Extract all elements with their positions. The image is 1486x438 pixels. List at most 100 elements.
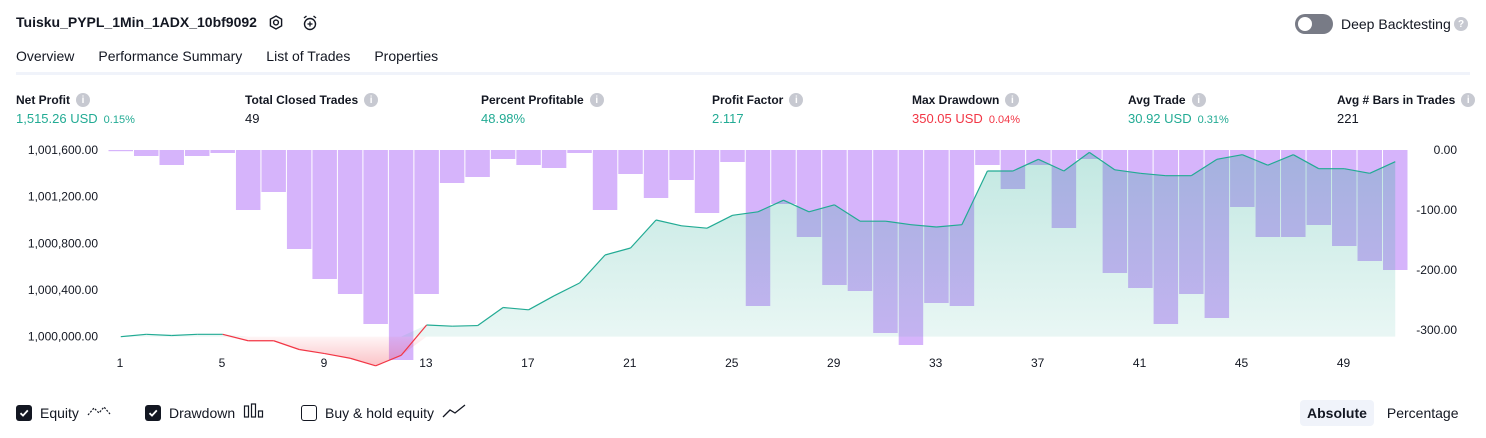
deep-backtesting-toggle[interactable] xyxy=(1295,14,1333,34)
metric-value: 30.92 USD xyxy=(1128,111,1192,126)
drawdown-bar xyxy=(261,150,286,192)
metric-avg-bars-in-trades: Avg # Bars in Trades i 221 xyxy=(1337,93,1476,126)
info-icon[interactable]: i xyxy=(589,93,604,107)
x-axis-tick: 1 xyxy=(117,356,124,370)
metric-label: Profit Factor xyxy=(712,93,784,107)
drawdown-bar xyxy=(567,150,592,153)
x-axis-tick: 25 xyxy=(725,356,739,370)
drawdown-bar xyxy=(210,150,235,153)
drawdown-bar xyxy=(541,150,567,168)
drawdown-bar xyxy=(643,150,669,198)
metric-label: Max Drawdown xyxy=(912,93,1000,107)
help-icon[interactable]: ? xyxy=(1454,17,1468,31)
tab-overview[interactable]: Overview xyxy=(16,48,75,75)
metric-value: 1,515.26 USD xyxy=(16,111,98,126)
tab-performance-summary[interactable]: Performance Summary xyxy=(98,48,242,75)
left-axis-tick: 1,000,800.00 xyxy=(28,236,98,250)
left-axis-tick: 1,001,200.00 xyxy=(28,190,98,204)
drawdown-bar xyxy=(975,150,1000,165)
alarm-add-icon[interactable] xyxy=(300,13,320,33)
buy-hold-checkbox[interactable] xyxy=(301,404,317,421)
drawdown-bar xyxy=(465,150,490,177)
metric-label: Avg Trade xyxy=(1128,93,1186,107)
metric-total-closed-trades: Total Closed Trades i 49 xyxy=(245,93,379,126)
tab-properties[interactable]: Properties xyxy=(374,48,438,75)
left-axis-tick: 1,000,400.00 xyxy=(28,283,98,297)
deep-backtesting-label: Deep Backtesting xyxy=(1341,16,1451,32)
drawdown-bar xyxy=(439,150,465,183)
x-axis-tick: 13 xyxy=(419,356,433,370)
metric-avg-trade: Avg Trade i 30.92 USD 0.31% xyxy=(1128,93,1229,126)
info-icon[interactable]: i xyxy=(76,93,90,107)
metric-value: 48.98% xyxy=(481,111,526,126)
metric-label: Percent Profitable xyxy=(481,93,584,107)
legend-buy-hold[interactable]: Buy & hold equity xyxy=(301,403,466,422)
toggle-knob xyxy=(1298,17,1312,31)
equity-drawdown-chart[interactable]: 1,001,600.00 1,001,200.00 1,000,800.00 1,00… xyxy=(0,138,1486,370)
drawdown-checkbox[interactable] xyxy=(145,404,161,421)
x-axis-tick: 41 xyxy=(1133,356,1147,370)
right-axis-tick: -100.00 xyxy=(1416,203,1457,217)
drawdown-bar xyxy=(363,150,388,324)
metric-value: 2.117 xyxy=(712,111,744,126)
scale-toggle: Absolute Percentage xyxy=(1300,400,1466,426)
left-axis-tick: 1,001,600.00 xyxy=(28,143,98,157)
left-axis-tick: 1,000,000.00 xyxy=(28,330,98,344)
metric-label: Net Profit xyxy=(16,93,70,107)
drawdown-bar xyxy=(388,150,414,360)
metric-value: 49 xyxy=(245,111,260,126)
info-icon[interactable]: i xyxy=(1191,93,1206,107)
right-axis-tick: 0.00 xyxy=(1434,143,1458,157)
metric-net-profit: Net Profit i 1,515.26 USD 0.15% xyxy=(16,93,135,126)
bars-icon xyxy=(243,403,265,422)
x-axis-tick: 45 xyxy=(1235,356,1249,370)
legend-drawdown[interactable]: Drawdown xyxy=(145,403,265,422)
equity-line-segment xyxy=(452,324,478,327)
metric-value: 350.05 USD xyxy=(912,111,983,126)
drawdown-bar xyxy=(720,150,745,162)
drawdown-bar xyxy=(108,150,133,152)
x-axis-tick: 33 xyxy=(929,356,943,370)
drawdown-bar xyxy=(312,150,337,279)
equity-checkbox[interactable] xyxy=(16,404,32,421)
strategy-name: Tuisku_PYPL_1Min_1ADX_10bf9092 xyxy=(16,14,257,30)
percentage-button[interactable]: Percentage xyxy=(1380,400,1466,426)
drawdown-bar xyxy=(694,150,720,213)
metric-label: Avg # Bars in Trades xyxy=(1337,93,1456,107)
drawdown-bar xyxy=(133,150,159,156)
right-axis-tick: -200.00 xyxy=(1416,263,1457,277)
drawdown-bar xyxy=(414,150,439,294)
trend-line-icon xyxy=(442,403,466,422)
right-axis-tick: -300.00 xyxy=(1416,323,1457,337)
info-icon[interactable]: i xyxy=(364,93,379,107)
tab-list-of-trades[interactable]: List of Trades xyxy=(266,48,350,75)
report-tabs: Overview Performance Summary List of Tra… xyxy=(16,48,438,75)
absolute-button[interactable]: Absolute xyxy=(1300,400,1374,426)
drawdown-bar xyxy=(235,150,261,210)
legend-label: Equity xyxy=(40,404,79,421)
metric-percent: 0.15% xyxy=(103,114,135,126)
x-axis-tick: 9 xyxy=(321,356,328,370)
x-axis-tick: 37 xyxy=(1031,356,1045,370)
drawdown-bar xyxy=(592,150,618,210)
legend-label: Drawdown xyxy=(169,404,236,421)
info-icon[interactable]: i xyxy=(789,93,804,107)
drawdown-bar xyxy=(618,150,643,174)
settings-icon[interactable] xyxy=(266,13,286,33)
metric-percent: 0.31% xyxy=(1197,114,1229,126)
metric-max-drawdown: Max Drawdown i 350.05 USD 0.04% xyxy=(912,93,1020,126)
drawdown-bar xyxy=(516,150,541,165)
info-icon[interactable]: i xyxy=(1005,93,1020,107)
x-axis-tick: 5 xyxy=(219,356,226,370)
tabs-divider xyxy=(16,72,1470,75)
legend-equity[interactable]: Equity xyxy=(16,403,111,422)
drawdown-bar xyxy=(669,150,694,180)
metric-percent: 0.04% xyxy=(988,114,1021,126)
info-icon[interactable]: i xyxy=(1461,93,1476,107)
metric-value: 221 xyxy=(1337,111,1359,126)
drawdown-bar xyxy=(771,150,796,204)
equity-line-icon xyxy=(87,403,111,422)
metric-label: Total Closed Trades xyxy=(245,93,359,107)
metric-percent-profitable: Percent Profitable i 48.98% xyxy=(481,93,604,126)
drawdown-bar xyxy=(490,150,516,159)
